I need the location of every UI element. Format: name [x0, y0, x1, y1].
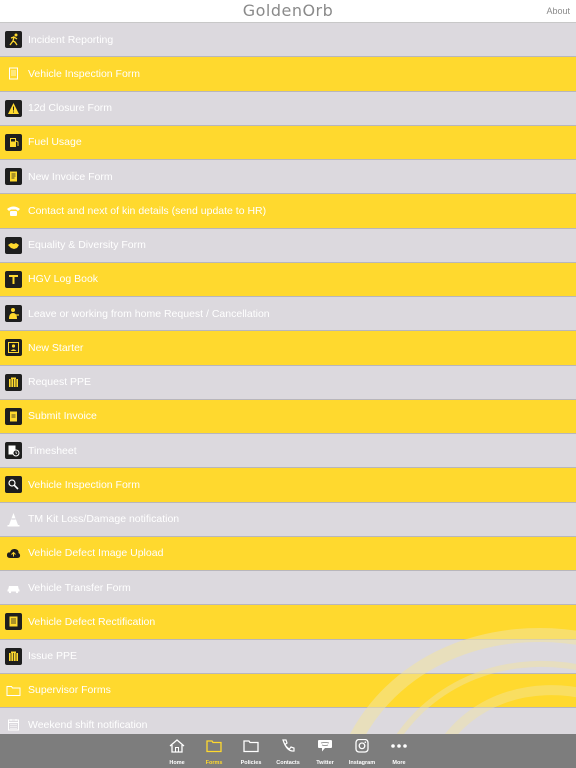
cloud-upload-icon	[5, 545, 22, 562]
tab-contacts[interactable]: Contacts	[270, 734, 307, 768]
form-list-item-label: 12d Closure Form	[28, 102, 113, 115]
forms-list: Incident Reporting Vehicle Inspection For…	[0, 23, 576, 743]
form-list-item[interactable]: Vehicle Inspection Form	[0, 468, 576, 503]
about-link[interactable]: About	[546, 6, 570, 16]
wrench-sheet-icon	[5, 613, 22, 631]
phone-icon	[280, 739, 296, 758]
form-list-item-label: Leave or working from home Request / Can…	[28, 307, 270, 320]
folder-icon	[5, 682, 22, 699]
traffic-cone-icon	[5, 511, 22, 528]
form-list-item[interactable]: Issue PPE	[0, 639, 576, 674]
form-list-item[interactable]: Vehicle Defect Rectification	[0, 605, 576, 640]
form-list-item[interactable]: Incident Reporting	[0, 23, 576, 58]
brand-logo: GoldenOrb	[242, 1, 334, 20]
form-list-item-label: Incident Reporting	[28, 33, 114, 46]
form-list-item[interactable]: Equality & Diversity Form	[0, 228, 576, 263]
form-list-item-label: Vehicle Inspection Form	[28, 478, 141, 491]
app-header: GoldenOrb About	[0, 0, 576, 23]
submit-invoice-icon	[5, 407, 22, 425]
car-inspection-icon	[5, 476, 22, 494]
form-list-item-label: Request PPE	[28, 376, 92, 389]
form-list-item[interactable]: Supervisor Forms	[0, 673, 576, 708]
tab-label: Forms	[205, 760, 223, 766]
home-icon	[169, 739, 185, 758]
tab-label: Contacts	[276, 760, 300, 766]
tab-label: More	[392, 760, 406, 766]
form-list-item[interactable]: New Starter	[0, 331, 576, 366]
form-list-item-label: Vehicle Inspection Form	[28, 67, 141, 80]
form-list-item[interactable]: Fuel Usage	[0, 125, 576, 160]
form-list-item-label: New Starter	[28, 341, 84, 354]
form-list-item[interactable]: 12d Closure Form	[0, 91, 576, 126]
ppe-icon	[5, 373, 22, 391]
tab-home[interactable]: Home	[159, 734, 196, 768]
form-list-item-label: Equality & Diversity Form	[28, 239, 146, 252]
tab-label: Home	[169, 760, 185, 766]
calendar-icon	[5, 716, 22, 733]
phone-icon	[5, 202, 22, 219]
form-list-item-label: Issue PPE	[28, 650, 78, 663]
tab-more[interactable]: More	[381, 734, 418, 768]
form-list-item[interactable]: Vehicle Defect Image Upload	[0, 536, 576, 571]
tab-twitter[interactable]: Twitter	[307, 734, 344, 768]
clock-icon	[5, 442, 22, 460]
form-list-item[interactable]: Vehicle Inspection Form	[0, 57, 576, 92]
invoice-icon	[5, 168, 22, 186]
form-list-item-label: Contact and next of kin details (send up…	[28, 204, 267, 217]
document-icon	[5, 65, 22, 82]
form-list-item-label: TM Kit Loss/Damage notification	[28, 513, 180, 526]
form-list-item[interactable]: TM Kit Loss/Damage notification	[0, 502, 576, 537]
new-starter-icon	[5, 339, 22, 357]
form-list-item[interactable]: Timesheet	[0, 434, 576, 469]
form-list-item[interactable]: Leave or working from home Request / Can…	[0, 297, 576, 332]
form-list-item-label: Fuel Usage	[28, 136, 82, 149]
form-list-item[interactable]: Submit Invoice	[0, 399, 576, 434]
speech-bubble-icon	[317, 739, 333, 758]
form-list-item-label: Supervisor Forms	[28, 684, 111, 697]
form-list-item-label: New Invoice Form	[28, 170, 113, 183]
running-person-icon	[5, 31, 22, 49]
fuel-pump-icon	[5, 133, 22, 151]
tab-label: Policies	[240, 760, 262, 766]
form-list-item[interactable]: HGV Log Book	[0, 262, 576, 297]
folder-outline-icon	[243, 739, 259, 758]
warning-icon	[5, 99, 22, 117]
form-list-item-label: Submit Invoice	[28, 410, 97, 423]
instagram-icon	[354, 738, 370, 758]
handshake-icon	[5, 236, 22, 254]
form-list-item-label: Weekend shift notification	[28, 718, 148, 731]
tab-bar: Home Forms Policies Contacts Twitter Instagra…	[0, 734, 576, 768]
tab-label: Instagram	[348, 760, 376, 766]
form-list-item-label: Vehicle Transfer Form	[28, 581, 131, 594]
form-list-item[interactable]: Vehicle Transfer Form	[0, 571, 576, 606]
tab-instagram[interactable]: Instagram	[344, 734, 381, 768]
form-list-item[interactable]: Contact and next of kin details (send up…	[0, 194, 576, 229]
form-list-item-label: Vehicle Defect Image Upload	[28, 547, 164, 560]
more-dots-icon	[390, 739, 408, 758]
form-list-item-label: Timesheet	[28, 444, 77, 457]
truck-icon	[5, 270, 22, 288]
folder-icon	[206, 739, 222, 758]
tab-label: Twitter	[316, 760, 334, 766]
person-leave-icon	[5, 305, 22, 323]
form-list-item[interactable]: New Invoice Form	[0, 160, 576, 195]
car-icon	[5, 579, 22, 596]
form-list-item-label: Vehicle Defect Rectification	[28, 615, 156, 628]
tab-forms[interactable]: Forms	[196, 734, 233, 768]
form-list-item[interactable]: Request PPE	[0, 365, 576, 400]
form-list-item-label: HGV Log Book	[28, 273, 99, 286]
issue-ppe-icon	[5, 647, 22, 665]
tab-policies[interactable]: Policies	[233, 734, 270, 768]
